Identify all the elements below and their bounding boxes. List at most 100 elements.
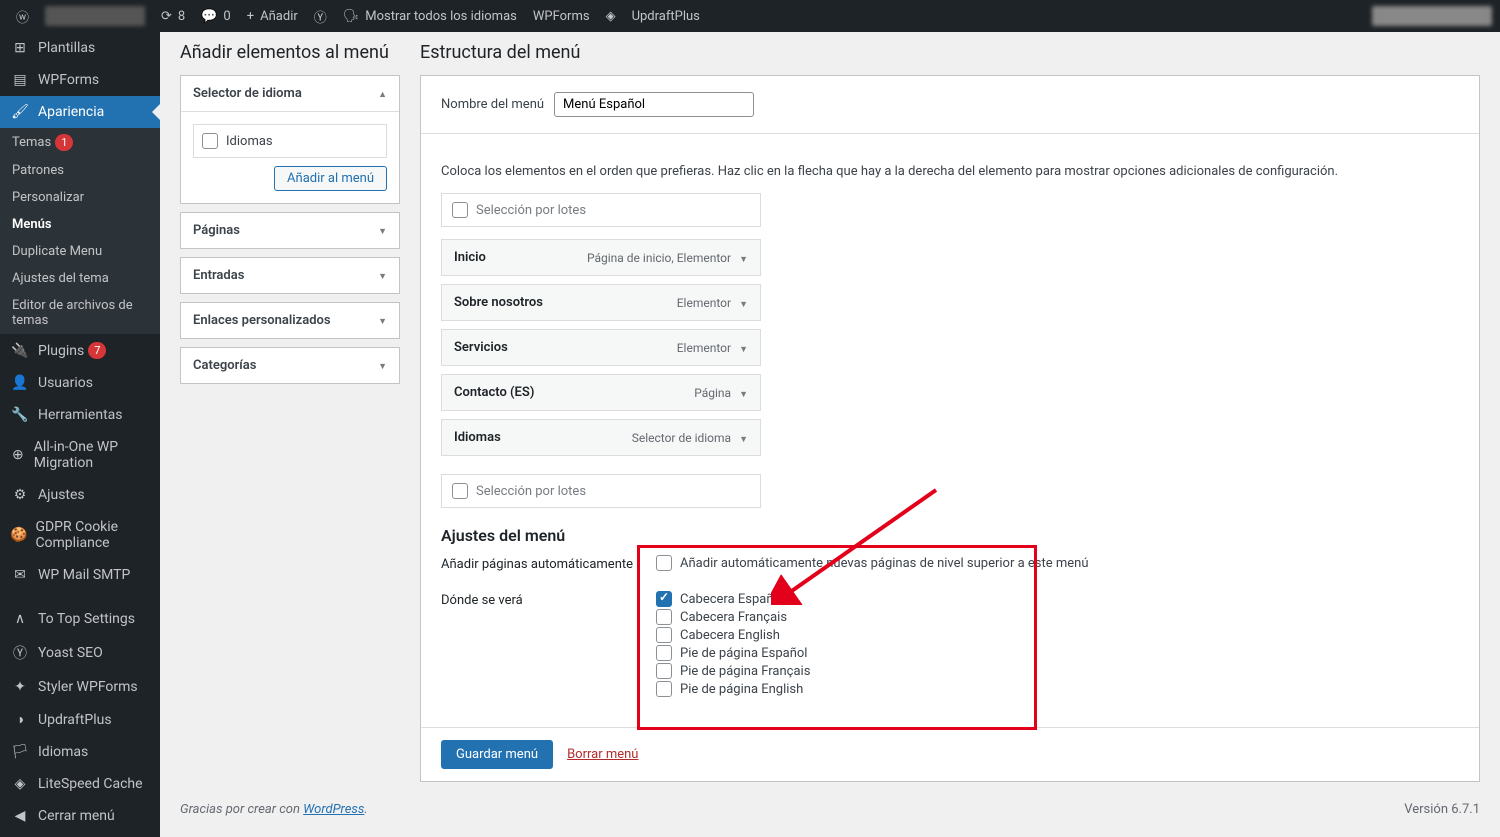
sidebar-yoast[interactable]: ⓎYoast SEO	[0, 635, 160, 671]
sidebar-collapse[interactable]: ◀ Cerrar menú	[0, 800, 160, 832]
location-option[interactable]: Pie de página Español	[656, 645, 1459, 661]
menu-item[interactable]: ServiciosElementor	[441, 329, 761, 366]
sidebar-styler[interactable]: ✦Styler WPForms	[0, 671, 160, 703]
collapse-icon: ◀	[10, 808, 30, 824]
location-option[interactable]: Cabecera Français	[656, 609, 1459, 625]
sub-temas[interactable]: Temas1	[0, 128, 160, 157]
sidebar-label: Temas	[12, 135, 51, 150]
users-icon: 👤	[10, 375, 30, 391]
plus-icon: +	[247, 9, 254, 24]
sidebar-idiomas[interactable]: 🏳Idiomas	[0, 736, 160, 768]
location-checkbox[interactable]	[656, 681, 672, 697]
styler-icon: ✦	[10, 679, 30, 695]
chevron-down-icon	[370, 358, 387, 373]
user-account[interactable]	[1372, 6, 1492, 26]
add-items-title: Añadir elementos al menú	[180, 42, 400, 63]
sidebar-wpforms[interactable]: ▤WPForms	[0, 64, 160, 96]
menu-settings-title: Ajustes del menú	[441, 526, 1459, 545]
metabox-head-paginas[interactable]: Páginas	[181, 213, 399, 248]
save-menu-button[interactable]: Guardar menú	[441, 740, 553, 769]
sub-personalizar[interactable]: Personalizar	[0, 184, 160, 211]
menu-name-input[interactable]	[554, 92, 754, 117]
sub-editor[interactable]: Editor de archivos de temas	[0, 292, 160, 334]
sidebar-updraft[interactable]: ◑UpdraftPlus	[0, 703, 160, 736]
location-checkbox[interactable]	[656, 591, 672, 607]
menu-item[interactable]: Sobre nosotros Elementor	[441, 284, 761, 321]
location-checkbox[interactable]	[656, 663, 672, 679]
sub-duplicate[interactable]: Duplicate Menu	[0, 238, 160, 265]
structure-title: Estructura del menú	[420, 42, 1480, 63]
sidebar-totop[interactable]: ∧To Top Settings	[0, 603, 160, 635]
wpforms-label: WPForms	[533, 9, 590, 24]
apariencia-submenu: Temas1 Patrones Personalizar Menús Dupli…	[0, 128, 160, 334]
auto-add-option[interactable]: Añadir automáticamente nuevas páginas de…	[656, 555, 1459, 571]
menu-item-title: Inicio	[454, 250, 486, 265]
arrow-up-icon: ∧	[10, 611, 30, 627]
location-option[interactable]: Pie de página English	[656, 681, 1459, 697]
show-langs[interactable]: 🗣Mostrar todos los idiomas	[335, 0, 525, 32]
mail-icon: ✉	[10, 567, 30, 583]
location-option[interactable]: Cabecera Español	[656, 591, 1459, 607]
sidebar-lscache[interactable]: ◈LiteSpeed Cache	[0, 768, 160, 800]
sidebar-plantillas[interactable]: ⊞Plantillas	[0, 32, 160, 64]
location-label: Cabecera Español	[680, 592, 784, 607]
metabox-head-selector[interactable]: Selector de idioma	[181, 76, 399, 112]
sub-menus[interactable]: Menús	[0, 211, 160, 238]
sidebar-label: Patrones	[12, 163, 64, 178]
sidebar-gdpr[interactable]: 🍪GDPR Cookie Compliance	[0, 511, 160, 559]
sidebar-apariencia[interactable]: 🖌Apariencia	[0, 96, 160, 128]
sidebar-label: Menús	[12, 217, 52, 232]
cookie-icon: 🍪	[10, 527, 27, 543]
menu-item-type: Página	[694, 386, 748, 400]
bulk-label: Selección por lotes	[476, 484, 586, 499]
metabox-head-categorias[interactable]: Categorías	[181, 348, 399, 383]
wp-logo[interactable]: ⓦ	[8, 0, 37, 32]
menu-structure-column: Estructura del menú Nombre del menú Colo…	[420, 42, 1480, 782]
comments[interactable]: 💬0	[193, 0, 239, 32]
bulk-label: Selección por lotes	[476, 203, 586, 218]
add-to-menu-button[interactable]: Añadir al menú	[274, 166, 387, 191]
metabox-entradas: Entradas	[180, 257, 400, 294]
metabox-head-entradas[interactable]: Entradas	[181, 258, 399, 293]
location-checkbox[interactable]	[656, 627, 672, 643]
menu-item-title: Sobre nosotros	[454, 295, 543, 310]
wordpress-link[interactable]: WordPress	[303, 802, 364, 817]
yoast-toolbar[interactable]: Ⓨ	[306, 0, 335, 32]
sidebar-plugins[interactable]: 🔌Plugins7	[0, 334, 160, 367]
metabox-head-enlaces[interactable]: Enlaces personalizados	[181, 303, 399, 338]
delete-menu-link[interactable]: Borrar menú	[567, 747, 638, 762]
sidebar-herramientas[interactable]: 🔧Herramientas	[0, 399, 160, 431]
auto-add-checkbox[interactable]	[656, 555, 672, 571]
location-option[interactable]: Pie de página Français	[656, 663, 1459, 679]
menu-item[interactable]: IdiomasSelector de idioma	[441, 419, 761, 456]
sidebar-migration[interactable]: ⊕All-in-One WP Migration	[0, 431, 160, 479]
sidebar-mailsmtp[interactable]: ✉WP Mail SMTP	[0, 559, 160, 591]
lscache-toolbar[interactable]: ◈	[598, 0, 624, 32]
wpforms-toolbar[interactable]: WPForms	[525, 0, 598, 32]
sidebar-ajustes[interactable]: ⚙Ajustes	[0, 479, 160, 511]
menu-item[interactable]: Contacto (ES)Página	[441, 374, 761, 411]
flag-icon: 🏳	[10, 744, 30, 760]
menu-name-label: Nombre del menú	[441, 97, 544, 112]
bulk-checkbox[interactable]	[452, 202, 468, 218]
location-option[interactable]: Cabecera English	[656, 627, 1459, 643]
menu-item-type: Elementor	[677, 296, 748, 310]
add-new[interactable]: +Añadir	[239, 0, 306, 32]
sidebar-label: Cerrar menú	[38, 808, 115, 824]
sub-ajustes-tema[interactable]: Ajustes del tema	[0, 265, 160, 292]
metabox-selector-idioma: Selector de idioma Idiomas Añadir al men…	[180, 75, 400, 204]
sub-patrones[interactable]: Patrones	[0, 157, 160, 184]
bulk-checkbox[interactable]	[452, 483, 468, 499]
updraft-toolbar[interactable]: UpdraftPlus	[624, 0, 708, 32]
idiomas-checkbox[interactable]	[202, 133, 218, 149]
updates[interactable]: ⟳8	[153, 0, 193, 32]
menu-panel: Nombre del menú Coloca los elementos en …	[420, 75, 1480, 782]
menu-item[interactable]: InicioPágina de inicio, Elementor	[441, 239, 761, 276]
location-checkbox[interactable]	[656, 609, 672, 625]
site-name[interactable]	[37, 0, 153, 32]
brush-icon: 🖌	[10, 104, 30, 120]
location-checkbox[interactable]	[656, 645, 672, 661]
metabox-title: Enlaces personalizados	[193, 313, 331, 328]
sidebar-usuarios[interactable]: 👤Usuarios	[0, 367, 160, 399]
settings-icon: ⚙	[10, 487, 30, 503]
